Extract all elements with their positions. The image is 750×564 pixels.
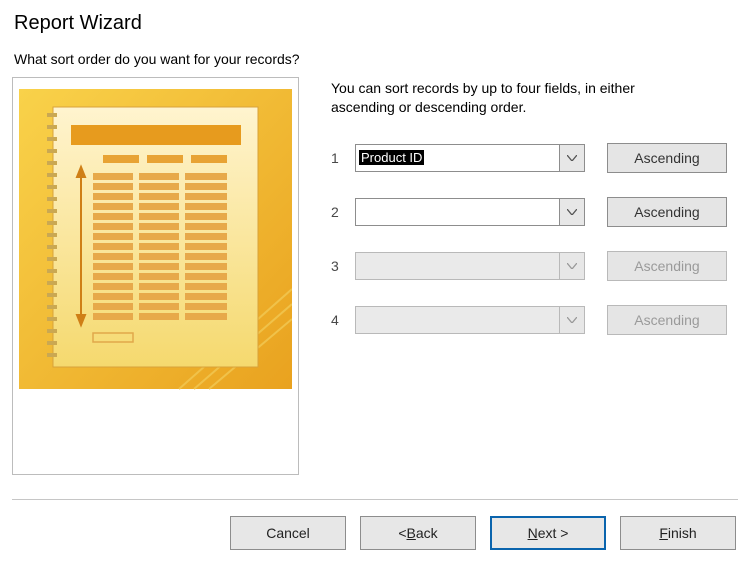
- sort-order-button-3: Ascending: [607, 251, 727, 281]
- chevron-down-icon: [567, 209, 577, 215]
- sort-field-combo-3: [355, 252, 585, 280]
- sort-field-input-2[interactable]: [355, 198, 559, 226]
- sort-row-1: 1 Product ID Ascending: [331, 143, 738, 173]
- sort-row-3: 3 Ascending: [331, 251, 738, 281]
- sort-row-number: 1: [331, 150, 355, 166]
- sort-field-value-1: Product ID: [359, 150, 424, 165]
- sort-row-number: 2: [331, 204, 355, 220]
- sort-order-button-1[interactable]: Ascending: [607, 143, 727, 173]
- sort-field-combo-4: [355, 306, 585, 334]
- sort-field-combo-1[interactable]: Product ID: [355, 144, 585, 172]
- sort-field-input-4: [355, 306, 559, 334]
- sort-field-input-1[interactable]: Product ID: [355, 144, 559, 172]
- sort-field-input-3: [355, 252, 559, 280]
- chevron-down-icon: [567, 155, 577, 161]
- wizard-question: What sort order do you want for your rec…: [0, 51, 750, 77]
- sort-field-combo-2[interactable]: [355, 198, 585, 226]
- sort-field-dropdown-btn-3: [559, 252, 585, 280]
- chevron-down-icon: [567, 263, 577, 269]
- dialog-title: Report Wizard: [0, 0, 750, 51]
- back-button[interactable]: < Back: [360, 516, 476, 550]
- sort-field-dropdown-btn-1[interactable]: [559, 144, 585, 172]
- instruction-text: You can sort records by up to four field…: [331, 77, 738, 117]
- instruction-line-2: ascending or descending order.: [331, 99, 526, 115]
- chevron-down-icon: [567, 317, 577, 323]
- cancel-button[interactable]: Cancel: [230, 516, 346, 550]
- sort-row-2: 2 Ascending: [331, 197, 738, 227]
- instruction-line-1: You can sort records by up to four field…: [331, 80, 635, 96]
- report-wizard-dialog: Report Wizard What sort order do you wan…: [0, 0, 750, 564]
- sort-config-panel: You can sort records by up to four field…: [299, 77, 738, 475]
- sort-field-dropdown-btn-2[interactable]: [559, 198, 585, 226]
- wizard-footer: Cancel < Back Next > Finish: [230, 516, 736, 550]
- wizard-body: You can sort records by up to four field…: [0, 77, 750, 475]
- sort-row-number: 4: [331, 312, 355, 328]
- finish-button[interactable]: Finish: [620, 516, 736, 550]
- next-button[interactable]: Next >: [490, 516, 606, 550]
- preview-pane: [12, 77, 299, 475]
- sort-order-button-4: Ascending: [607, 305, 727, 335]
- sort-row-number: 3: [331, 258, 355, 274]
- sort-order-button-2[interactable]: Ascending: [607, 197, 727, 227]
- sort-row-4: 4 Ascending: [331, 305, 738, 335]
- report-preview-image: [19, 84, 292, 394]
- sort-field-dropdown-btn-4: [559, 306, 585, 334]
- footer-separator: [12, 499, 738, 500]
